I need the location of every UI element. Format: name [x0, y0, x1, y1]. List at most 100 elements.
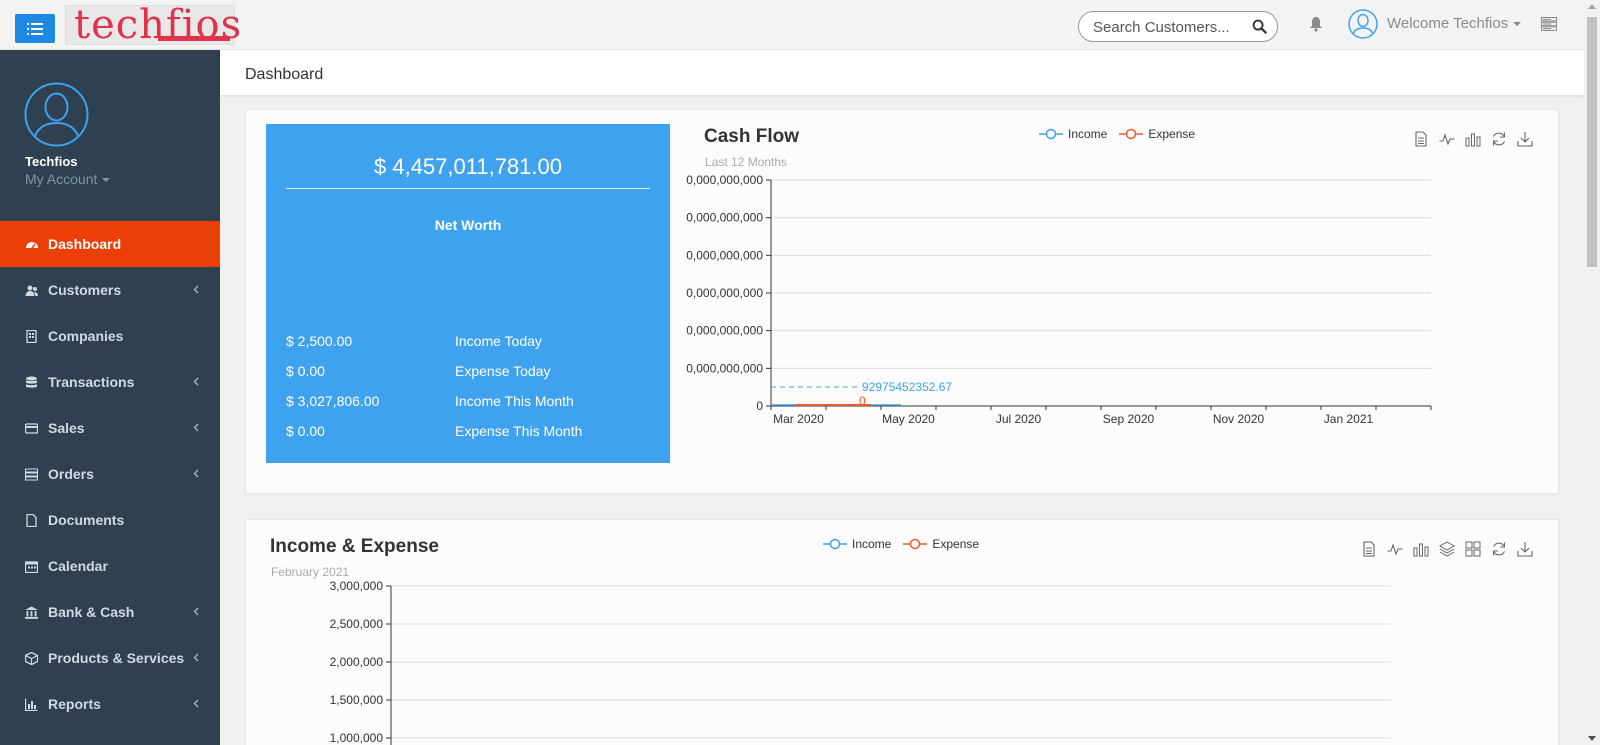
line-chart-icon[interactable]: [1439, 131, 1455, 147]
sidebar-item-reports[interactable]: Reports: [0, 681, 220, 727]
tiled-icon[interactable]: [1465, 541, 1481, 557]
vertical-scrollbar[interactable]: [1584, 0, 1600, 745]
download-icon[interactable]: [1517, 541, 1533, 557]
y-tick-label: 0,000,000,000: [686, 324, 763, 338]
cashflow-title: Cash Flow: [704, 126, 800, 147]
chevron-left-icon: [193, 607, 199, 616]
sidebar-item-dashboard[interactable]: Dashboard: [0, 221, 220, 267]
legend-expense[interactable]: Expense: [1119, 127, 1195, 141]
y-tick-label: 0,000,000,000: [686, 361, 763, 375]
credit-card-icon: [25, 422, 38, 434]
income-today-label: Income Today: [455, 333, 542, 349]
profile-avatar-icon[interactable]: [24, 82, 89, 147]
chevron-left-icon: [193, 699, 199, 708]
building-icon: [26, 329, 37, 343]
bank-icon: [25, 606, 38, 619]
cashflow-panel: $ 4,457,011,781.00 Net Worth $ 2,500.00 …: [245, 109, 1559, 494]
sidebar-item-bank-cash[interactable]: Bank & Cash: [0, 589, 220, 635]
cashflow-chart: 0 0,000,000,000 0,000,000,000 0,000,000,000…: [686, 173, 1432, 426]
sidebar-item-sales[interactable]: Sales: [0, 405, 220, 451]
database-icon: [26, 376, 37, 388]
sidebar-item-products-services[interactable]: Products & Services: [0, 635, 220, 681]
expense-month-label: Expense This Month: [455, 423, 583, 439]
sidebar-item-transactions[interactable]: Transactions: [0, 359, 220, 405]
sidebar-item-customers[interactable]: Customers: [0, 267, 220, 313]
bar-chart-icon: [25, 698, 38, 711]
bar-chart-icon[interactable]: [1465, 131, 1481, 147]
y-tick-label: 2,500,000: [330, 617, 384, 631]
legend-expense-label: Expense: [1148, 127, 1196, 141]
legend-income-marker: [1039, 128, 1063, 140]
scroll-down-arrow[interactable]: [1588, 736, 1596, 741]
sidebar-item-companies[interactable]: Companies: [0, 313, 220, 359]
caret-down-icon: [102, 178, 111, 183]
income-expense-toolbox: [1351, 541, 1533, 557]
server-icon[interactable]: [1541, 17, 1557, 31]
line-chart-icon[interactable]: [1387, 541, 1403, 557]
sidebar-item-documents[interactable]: Documents: [0, 497, 220, 543]
scroll-up-arrow[interactable]: [1588, 4, 1596, 9]
page-header: Dashboard: [220, 50, 1584, 96]
top-navbar: techfios Welcome Techfios: [0, 0, 1584, 50]
x-tick-label: Jan 2021: [1324, 412, 1374, 426]
search-input[interactable]: [1093, 17, 1243, 37]
sidebar-item-label: Dashboard: [48, 236, 122, 252]
legend-expense-marker: [903, 538, 928, 550]
download-icon[interactable]: [1517, 131, 1533, 147]
data-view-icon[interactable]: [1361, 541, 1377, 557]
file-icon: [26, 513, 37, 527]
data-view-icon[interactable]: [1413, 131, 1429, 147]
cashflow-toolbox: [1403, 131, 1533, 147]
sidebar: Techfios My Account Dashboard Customers Co…: [0, 50, 220, 745]
income-expense-title: Income & Expense: [270, 536, 439, 557]
my-account-label: My Account: [25, 171, 98, 187]
x-tick-label: Sep 2020: [1103, 412, 1155, 426]
expense-today-label: Expense Today: [455, 363, 551, 379]
income-expense-chart: 3,000,000 2,500,000 2,000,000 1,500,000 1,00…: [330, 579, 1391, 745]
legend-expense-marker: [1119, 128, 1144, 140]
networth-label: Net Worth: [434, 217, 502, 233]
logo[interactable]: techfios: [65, 2, 241, 48]
sidebar-item-label: Companies: [48, 328, 124, 344]
sidebar-item-label: Orders: [48, 466, 94, 482]
stack-icon[interactable]: [1439, 541, 1455, 557]
my-account-dropdown[interactable]: My Account: [25, 171, 111, 187]
expense-month-value: $ 0.00: [286, 423, 325, 439]
income-markline-label: 92975452352.67: [862, 380, 952, 394]
refresh-icon[interactable]: [1491, 131, 1507, 147]
scrollbar-thumb[interactable]: [1587, 17, 1597, 267]
sidebar-item-orders[interactable]: Orders: [0, 451, 220, 497]
bar-chart-icon[interactable]: [1413, 541, 1429, 557]
user-menu[interactable]: Welcome Techfios: [1387, 15, 1522, 32]
legend-income-marker: [823, 538, 847, 550]
search-icon[interactable]: [1252, 19, 1267, 34]
income-today-value: $ 2,500.00: [286, 333, 353, 349]
legend-income[interactable]: Income: [1039, 127, 1107, 141]
x-tick-label: Nov 2020: [1213, 412, 1265, 426]
y-tick-label: 0: [756, 399, 763, 413]
bell-icon[interactable]: [1309, 16, 1323, 32]
legend-expense[interactable]: Expense: [903, 537, 979, 551]
income-expense-legend: Income Expense: [823, 537, 991, 551]
chevron-left-icon: [193, 653, 199, 662]
y-tick-label: 0,000,000,000: [686, 211, 763, 225]
sidebar-item-calendar[interactable]: Calendar: [0, 543, 220, 589]
search-box: [1078, 11, 1278, 42]
x-tick-label: May 2020: [882, 412, 935, 426]
user-avatar-icon[interactable]: [1348, 9, 1378, 39]
legend-income[interactable]: Income: [823, 537, 891, 551]
x-tick-label: Mar 2020: [773, 412, 824, 426]
cashflow-legend: Income Expense: [1039, 127, 1207, 141]
chevron-left-icon: [193, 423, 199, 432]
sidebar-toggle-button[interactable]: [15, 14, 55, 43]
expense-markline-label: 0: [859, 394, 866, 408]
menu-icon: [27, 22, 43, 35]
users-icon: [25, 285, 38, 296]
refresh-icon[interactable]: [1491, 541, 1507, 557]
y-tick-label: 0,000,000,000: [686, 286, 763, 300]
networth-divider: [286, 188, 650, 189]
page-title: Dashboard: [245, 66, 324, 83]
legend-expense-label: Expense: [932, 537, 980, 551]
expense-today-value: $ 0.00: [286, 363, 325, 379]
y-tick-label: 0,000,000,000: [686, 173, 763, 187]
